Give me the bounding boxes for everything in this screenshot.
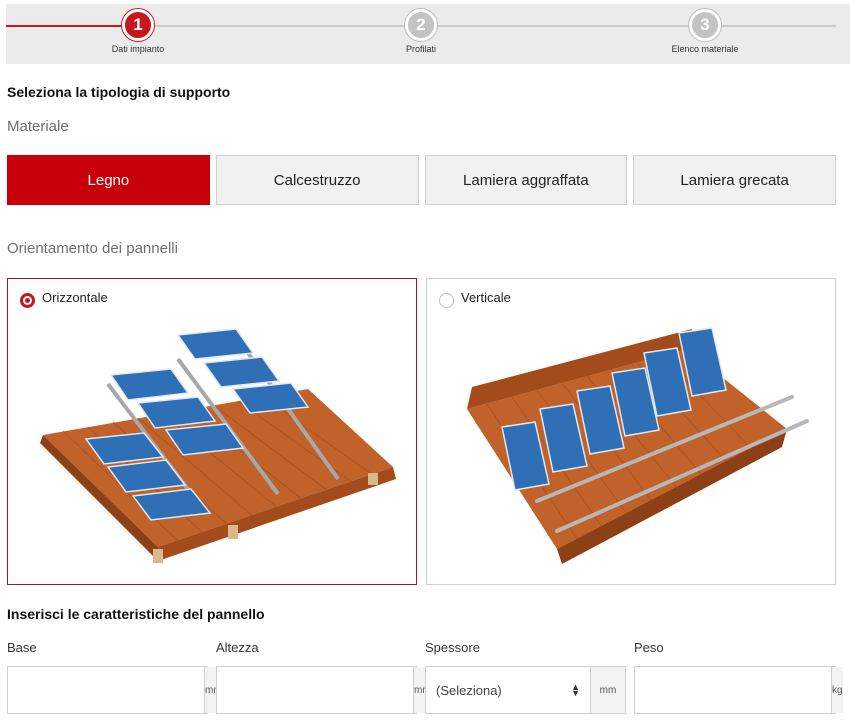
material-label: Materiale [7,118,69,135]
spessore-unit: mm [590,667,625,713]
base-input[interactable] [8,667,204,713]
progress-stepper: 1 Dati impianto 2 Profilati 3 Elenco mat… [6,4,850,64]
base-field: mm [7,666,222,714]
step-number: 1 [122,9,154,41]
step-dati-impianto[interactable]: 1 Dati impianto [68,9,208,54]
orientation-horizontal-label: Orizzontale [42,290,108,305]
peso-field: kg [634,666,843,714]
step-profilati[interactable]: 2 Profilati [351,9,491,54]
spessore-field: (Seleziona) ▲ ▼ mm [425,666,626,714]
horizontal-roof-illustration [40,328,396,563]
altezza-field: mm [216,666,431,714]
step-label: Elenco materiale [671,44,739,54]
altezza-input[interactable] [217,667,413,713]
orientation-label: Orientamento dei pannelli [7,240,178,257]
step-elenco-materiale[interactable]: 3 Elenco materiale [635,9,775,54]
orientation-vertical-card[interactable]: Verticale [426,278,836,585]
step-label: Profilati [405,44,436,54]
orientation-vertical-label: Verticale [461,290,511,305]
orientation-horizontal-radio[interactable] [20,293,35,308]
peso-input[interactable] [635,667,831,713]
select-arrows-icon: ▲ ▼ [571,682,580,698]
altezza-label: Altezza [216,640,259,655]
material-lamiera-grecata-button[interactable]: Lamiera grecata [633,155,836,205]
peso-label: Peso [634,640,664,655]
step-label: Dati impianto [111,44,165,54]
support-heading: Seleziona la tipologia di supporto [7,84,231,100]
material-legno-button[interactable]: Legno [7,155,210,205]
material-lamiera-aggraffata-button[interactable]: Lamiera aggraffata [424,155,628,205]
spessore-select-value: (Seleziona) [436,682,502,698]
panel-heading: Inserisci le caratteristiche del pannell… [7,606,265,622]
material-options: Legno Calcestruzzo Lamiera aggraffata La… [7,155,836,205]
peso-unit: kg [831,667,843,713]
step-number: 2 [405,9,437,41]
orientation-vertical-radio[interactable] [439,293,454,308]
material-calcestruzzo-button[interactable]: Calcestruzzo [215,155,419,205]
vertical-roof-illustration [467,327,809,564]
spessore-select[interactable]: (Seleziona) ▲ ▼ [426,667,590,713]
orientation-horizontal-card[interactable]: Orizzontale [7,278,417,585]
step-number: 3 [689,9,721,41]
base-label: Base [7,640,37,655]
spessore-label: Spessore [425,640,480,655]
